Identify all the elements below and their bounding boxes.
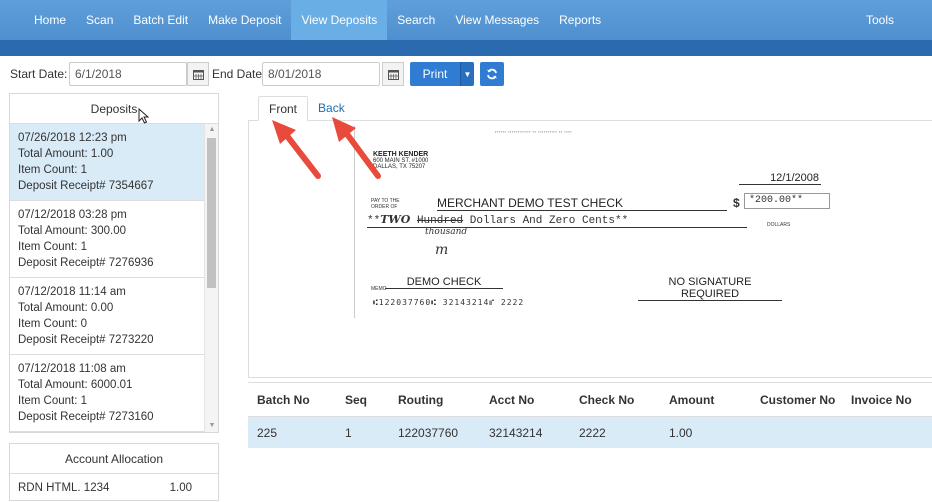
end-date-input[interactable]: 8/01/2018 bbox=[262, 62, 380, 86]
deposits-scrollbar[interactable]: ▲ ▼ bbox=[204, 124, 218, 432]
col-customer-no[interactable]: Customer No bbox=[760, 383, 835, 416]
col-invoice-no[interactable]: Invoice No bbox=[851, 383, 912, 416]
deposit-date: 07/26/2018 12:23 pm bbox=[18, 132, 127, 144]
end-date-label: End Date: bbox=[212, 67, 266, 81]
col-routing[interactable]: Routing bbox=[398, 383, 443, 416]
check-micr-line: ⑆122037760⑆ 32143214⑈ 2222 bbox=[373, 298, 525, 307]
scroll-down-icon[interactable]: ▼ bbox=[205, 420, 219, 432]
deposit-count: Item Count: 1 bbox=[18, 164, 88, 176]
written-handwritten: TWO bbox=[380, 213, 411, 226]
account-allocation-title: Account Allocation bbox=[10, 444, 218, 474]
deposits-list: 07/26/2018 12:23 pm Total Amount: 1.00 I… bbox=[10, 124, 205, 432]
deposit-total: Total Amount: 1.00 bbox=[18, 148, 114, 160]
col-amount[interactable]: Amount bbox=[669, 383, 714, 416]
cell-routing: 122037760 bbox=[398, 425, 459, 440]
account-allocation-panel: Account Allocation RDN HTML. 1234 1.00 bbox=[9, 443, 219, 501]
start-date-label: Start Date: bbox=[10, 67, 68, 81]
deposit-count: Item Count: 1 bbox=[18, 241, 88, 253]
deposit-item[interactable]: 07/12/2018 11:14 am Total Amount: 0.00 I… bbox=[10, 278, 205, 355]
deposit-item[interactable]: 07/26/2018 12:23 pm Total Amount: 1.00 I… bbox=[10, 124, 205, 201]
cell-seq: 1 bbox=[345, 425, 352, 440]
nav-scan[interactable]: Scan bbox=[76, 0, 123, 40]
refresh-icon[interactable] bbox=[480, 62, 504, 86]
check-payee: MERCHANT DEMO TEST CHECK bbox=[437, 196, 727, 211]
deposit-date: 07/12/2018 03:28 pm bbox=[18, 209, 127, 221]
table-row[interactable]: 225 1 122037760 32143214 2222 1.00 bbox=[248, 417, 932, 448]
items-table: Batch No Seq Routing Acct No Check No Am… bbox=[248, 382, 932, 448]
check-amount: *200.00** bbox=[744, 193, 830, 209]
col-batch-no[interactable]: Batch No bbox=[257, 383, 310, 416]
nav-tools[interactable]: Tools bbox=[856, 0, 904, 40]
deposit-receipt: Deposit Receipt# 7273220 bbox=[18, 334, 154, 346]
deposit-count: Item Count: 0 bbox=[18, 318, 88, 330]
nav-home[interactable]: Home bbox=[24, 0, 76, 40]
deposit-total: Total Amount: 0.00 bbox=[18, 302, 114, 314]
check-security-line: ▪▪▪▪▪▪ ▪▪▪▪▪▪▪▪▪▪▪▪ ▪▪ ▪▪▪▪▪▪▪▪▪▪ ▪▪ ▪▪▪… bbox=[495, 129, 573, 134]
nav-batch-edit[interactable]: Batch Edit bbox=[123, 0, 198, 40]
check-image: ▪▪▪▪▪▪ ▪▪▪▪▪▪▪▪▪▪▪▪ ▪▪ ▪▪▪▪▪▪▪▪▪▪ ▪▪ ▪▪▪… bbox=[354, 126, 932, 318]
cell-batch-no: 225 bbox=[257, 425, 278, 440]
deposit-item[interactable]: 07/12/2018 03:28 pm Total Amount: 300.00… bbox=[10, 201, 205, 278]
dollar-sign: $ bbox=[733, 196, 740, 210]
deposit-receipt: Deposit Receipt# 7273160 bbox=[18, 411, 154, 423]
deposit-total: Total Amount: 6000.01 bbox=[18, 379, 133, 391]
written-rest: Dollars And Zero Cents** bbox=[463, 215, 629, 227]
end-calendar-icon[interactable] bbox=[382, 62, 404, 86]
scroll-up-icon[interactable]: ▲ bbox=[205, 124, 219, 136]
cell-amount: 1.00 bbox=[669, 425, 693, 440]
filter-toolbar: Start Date: 6/1/2018 End Date: 8/01/2018… bbox=[0, 62, 932, 86]
col-seq[interactable]: Seq bbox=[345, 383, 367, 416]
allocation-amount: 1.00 bbox=[169, 482, 192, 494]
allocation-account: RDN HTML. 1234 bbox=[18, 482, 110, 494]
scroll-thumb[interactable] bbox=[207, 138, 216, 288]
annotation-arrow-icon bbox=[332, 117, 381, 179]
col-acct-no[interactable]: Acct No bbox=[489, 383, 534, 416]
print-button[interactable]: Print bbox=[410, 62, 460, 86]
deposits-panel: Deposits 07/26/2018 12:23 pm Total Amoun… bbox=[9, 93, 219, 433]
start-calendar-icon[interactable] bbox=[187, 62, 209, 86]
check-date: 12/1/2008 bbox=[739, 172, 821, 185]
header-band bbox=[0, 40, 932, 56]
cell-check-no: 2222 bbox=[579, 425, 606, 440]
nav-view-deposits[interactable]: View Deposits bbox=[291, 0, 388, 40]
col-check-no[interactable]: Check No bbox=[579, 383, 634, 416]
pay-to-line2: ORDER OF bbox=[371, 204, 398, 210]
nav-search[interactable]: Search bbox=[387, 0, 445, 40]
nav-view-messages[interactable]: View Messages bbox=[445, 0, 549, 40]
deposit-total: Total Amount: 300.00 bbox=[18, 225, 127, 237]
nav-make-deposit[interactable]: Make Deposit bbox=[198, 0, 291, 40]
deposit-receipt: Deposit Receipt# 7354667 bbox=[18, 180, 154, 192]
deposit-date: 07/12/2018 11:14 am bbox=[18, 286, 126, 298]
deposit-receipt: Deposit Receipt# 7276936 bbox=[18, 257, 154, 269]
mouse-cursor-icon bbox=[138, 108, 150, 124]
handwritten-initials: m bbox=[435, 242, 449, 258]
print-dropdown-caret-icon[interactable]: ▼ bbox=[460, 62, 474, 86]
handwritten-note: thousand bbox=[425, 227, 468, 237]
deposit-item[interactable]: 07/12/2018 11:08 am Total Amount: 6000.0… bbox=[10, 355, 205, 432]
table-header: Batch No Seq Routing Acct No Check No Am… bbox=[248, 382, 932, 417]
deposit-date: 07/12/2018 11:08 am bbox=[18, 363, 126, 375]
written-amount: **TWO Hundred Dollars And Zero Cents** bbox=[367, 213, 747, 228]
nav-reports[interactable]: Reports bbox=[549, 0, 611, 40]
allocation-row: RDN HTML. 1234 1.00 bbox=[10, 474, 218, 502]
top-nav: Home Scan Batch Edit Make Deposit View D… bbox=[0, 0, 932, 40]
written-struck: Hundred bbox=[416, 215, 464, 227]
start-date-input[interactable]: 6/1/2018 bbox=[69, 62, 187, 86]
pay-to-label: PAY TO THE ORDER OF bbox=[371, 198, 400, 210]
check-memo: DEMO CHECK bbox=[385, 276, 503, 289]
deposits-title: Deposits bbox=[10, 94, 218, 124]
deposit-count: Item Count: 1 bbox=[18, 395, 88, 407]
cell-acct-no: 32143214 bbox=[489, 425, 543, 440]
check-signature: NO SIGNATURE REQUIRED bbox=[638, 276, 782, 301]
written-prefix: ** bbox=[367, 215, 381, 227]
annotation-arrow-icon bbox=[272, 120, 321, 179]
dollars-label: DOLLARS bbox=[767, 222, 791, 228]
